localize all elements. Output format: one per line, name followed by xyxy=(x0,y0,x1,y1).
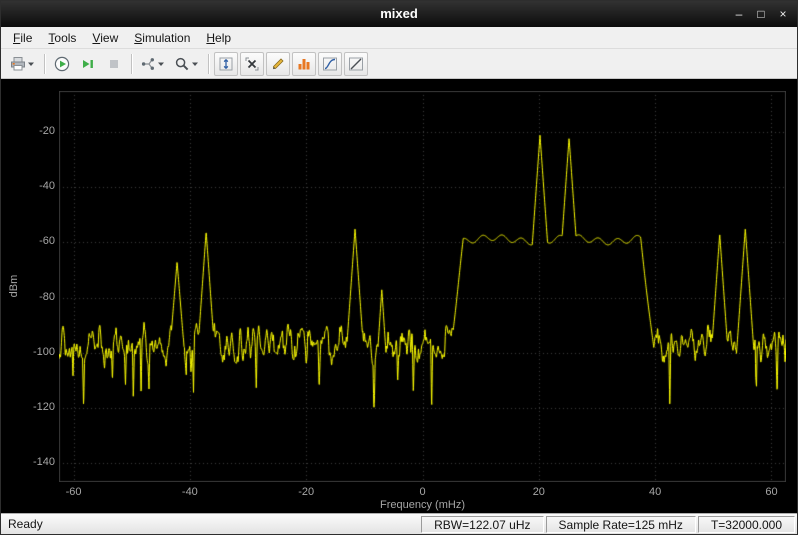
y-tick-label: -40 xyxy=(17,180,55,193)
toolbar xyxy=(1,49,797,79)
menu-file[interactable]: File xyxy=(5,29,40,47)
ccdf-measurements-button[interactable] xyxy=(318,52,342,76)
time-indicator: T=32000.000 xyxy=(698,516,795,533)
distortion-icon xyxy=(296,56,312,72)
ccdf-icon xyxy=(322,56,338,72)
menubar: FileToolsViewSimulationHelp xyxy=(1,27,797,49)
x-tick-label: 60 xyxy=(765,486,777,499)
y-tick-label: -140 xyxy=(17,456,55,469)
x-tick-label: -60 xyxy=(66,486,82,499)
sample-rate-indicator: Sample Rate=125 mHz xyxy=(546,516,696,533)
run-button[interactable] xyxy=(50,52,74,76)
autoscale-icon xyxy=(218,56,234,72)
autoscale-axes-button[interactable] xyxy=(214,52,238,76)
peak-finder-icon xyxy=(270,56,286,72)
cursor-measure-icon xyxy=(244,56,260,72)
print-button[interactable] xyxy=(7,52,39,76)
caret-down-icon xyxy=(27,60,36,68)
x-tick-label: 20 xyxy=(533,486,545,499)
close-button[interactable]: × xyxy=(773,5,793,23)
spectrum-plot-canvas[interactable] xyxy=(59,91,786,482)
toolbar-separator xyxy=(44,54,45,74)
run-icon xyxy=(54,56,70,72)
stop-icon xyxy=(106,56,122,72)
zoom-button[interactable] xyxy=(171,52,203,76)
toolbar-separator xyxy=(208,54,209,74)
peak-finder-button[interactable] xyxy=(266,52,290,76)
status-text: Ready xyxy=(8,517,43,531)
toolbar-separator xyxy=(131,54,132,74)
signal-flow-icon xyxy=(140,56,156,72)
menu-tools[interactable]: Tools xyxy=(40,29,84,47)
step-forward-icon xyxy=(80,56,96,72)
menu-simulation[interactable]: Simulation xyxy=(126,29,198,47)
x-tick-label: -40 xyxy=(182,486,198,499)
printer-icon xyxy=(10,56,26,72)
step-forward-button[interactable] xyxy=(76,52,100,76)
stop-button[interactable] xyxy=(102,52,126,76)
minimize-button[interactable]: – xyxy=(729,5,749,23)
zoom-icon xyxy=(174,56,190,72)
y-tick-label: -60 xyxy=(17,235,55,248)
titlebar[interactable]: mixed – □ × xyxy=(1,1,797,27)
caret-down-icon xyxy=(157,60,166,68)
spectrum-analyzer-window: mixed – □ × FileToolsViewSimulationHelp … xyxy=(0,0,798,535)
menu-view[interactable]: View xyxy=(84,29,126,47)
simulation-source-button[interactable] xyxy=(137,52,169,76)
y-tick-label: -20 xyxy=(17,125,55,138)
x-tick-label: -20 xyxy=(298,486,314,499)
y-tick-label: -100 xyxy=(17,346,55,359)
maximize-button[interactable]: □ xyxy=(751,5,771,23)
spectral-mask-button[interactable] xyxy=(344,52,368,76)
x-tick-label: 0 xyxy=(419,486,425,499)
plot-region: dBm Frequency (mHz) -60-40-200204060-20-… xyxy=(1,79,797,513)
y-tick-label: -80 xyxy=(17,291,55,304)
x-axis-label: Frequency (mHz) xyxy=(59,499,786,511)
caret-down-icon xyxy=(191,60,200,68)
menu-help[interactable]: Help xyxy=(198,29,239,47)
y-tick-label: -120 xyxy=(17,401,55,414)
x-tick-label: 40 xyxy=(649,486,661,499)
window-title: mixed xyxy=(1,1,797,27)
rbw-indicator: RBW=122.07 uHz xyxy=(421,516,543,533)
window-controls: – □ × xyxy=(729,1,793,27)
cursor-measurements-button[interactable] xyxy=(240,52,264,76)
statusbar: Ready RBW=122.07 uHz Sample Rate=125 mHz… xyxy=(1,513,797,534)
spectral-mask-icon xyxy=(348,56,364,72)
distortion-measurements-button[interactable] xyxy=(292,52,316,76)
